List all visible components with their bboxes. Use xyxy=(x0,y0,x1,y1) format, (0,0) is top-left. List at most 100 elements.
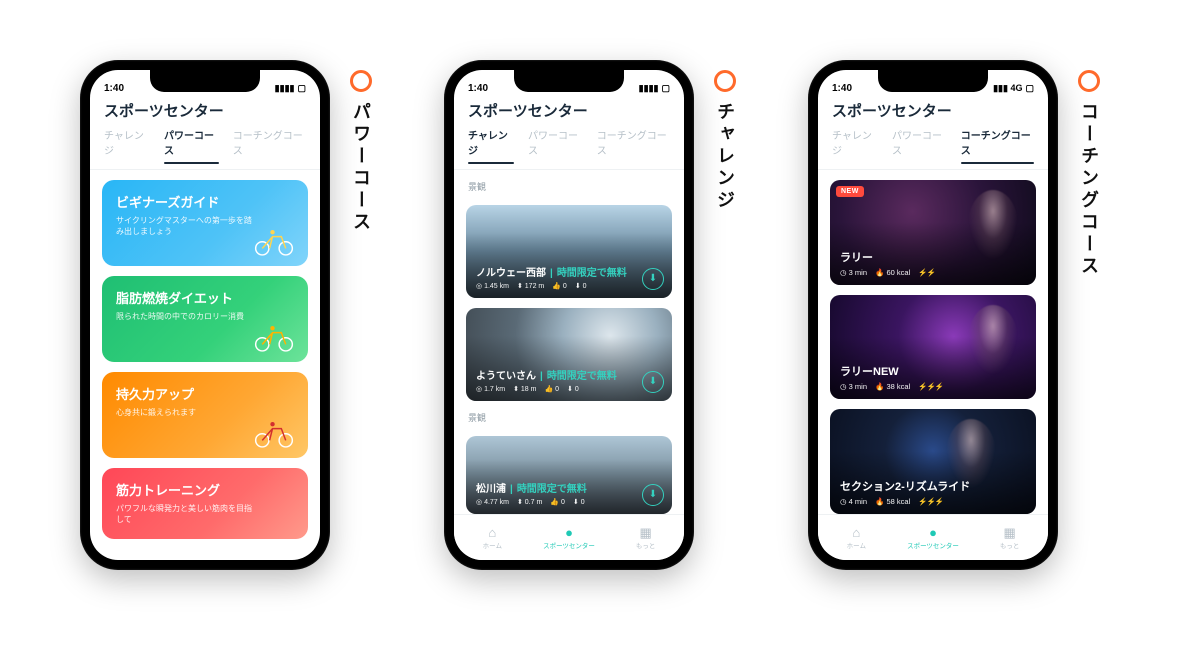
card-desc: 限られた時間の中でのカロリー消費 xyxy=(116,311,256,322)
challenge-card-norway[interactable]: ノルウェー西部|時間限定で無料 ◎ 1.45 km ⬍ 172 m 👍 0 ⬇ … xyxy=(466,205,672,298)
side-label-text: パワーコース xyxy=(348,102,374,234)
bike-icon xyxy=(252,320,296,354)
tabs: チャレンジ パワーコース コーチングコース xyxy=(90,127,320,170)
flame-icon: 🔥 60 kcal xyxy=(875,268,910,277)
coaching-list: NEW ラリー ◷ 3 min 🔥 60 kcal ⚡⚡ ラリーNEW xyxy=(818,170,1048,514)
tabbar-center[interactable]: ●スポーツセンター xyxy=(531,515,608,560)
new-badge: NEW xyxy=(836,186,864,197)
page-title: スポーツセンター xyxy=(818,96,1048,127)
card-title: 脂肪燃焼ダイエット xyxy=(116,288,294,307)
globe-icon: ● xyxy=(565,526,573,539)
difficulty-icon: ⚡⚡ xyxy=(918,268,935,277)
power-card-fatburn[interactable]: 脂肪燃焼ダイエット 限られた時間の中でのカロリー消費 xyxy=(102,276,308,362)
tab-bar: ⌂ホーム ●スポーツセンター ▦もっと xyxy=(454,514,684,560)
home-icon: ⌂ xyxy=(488,526,496,539)
power-course-list: ビギナーズガイド サイクリングマスターへの第一歩を踏み出しましょう 脂肪燃焼ダイ… xyxy=(90,170,320,560)
bike-icon xyxy=(252,224,296,258)
card-title: ようていさん|時間限定で無料 xyxy=(476,367,662,382)
tabbar-home[interactable]: ⌂ホーム xyxy=(818,515,895,560)
grid-icon: ▦ xyxy=(1004,526,1016,539)
section-label: 景観 xyxy=(466,411,672,426)
tab-bar: ⌂ホーム ●スポーツセンター ▦もっと xyxy=(818,514,1048,560)
status-time: 1:40 xyxy=(468,83,488,94)
home-icon: ⌂ xyxy=(852,526,860,539)
status-time: 1:40 xyxy=(104,83,124,94)
signal-icon: ▮▮▮▮ xyxy=(639,83,659,94)
tabbar-more[interactable]: ▦もっと xyxy=(607,515,684,560)
grid-icon: ▦ xyxy=(640,526,652,539)
phone-notch xyxy=(878,70,988,92)
ring-icon xyxy=(714,70,736,92)
power-card-beginner[interactable]: ビギナーズガイド サイクリングマスターへの第一歩を踏み出しましょう xyxy=(102,180,308,266)
card-title: 筋力トレーニング xyxy=(116,480,294,499)
download-count-icon: ⬇ 0 xyxy=(575,282,587,290)
section-label: 景観 xyxy=(466,180,672,195)
clock-icon: ◷ 3 min xyxy=(840,268,867,277)
signal-icon: ▮▮▮▮ xyxy=(275,83,295,94)
card-stats: ◷ 3 min 🔥 38 kcal ⚡⚡⚡ xyxy=(840,382,1026,391)
status-indicators: ▮▮▮ 4G ▢ xyxy=(993,83,1034,94)
side-label-text: チャレンジ xyxy=(712,102,738,212)
coaching-card-rally[interactable]: NEW ラリー ◷ 3 min 🔥 60 kcal ⚡⚡ xyxy=(830,180,1036,285)
tab-power[interactable]: パワーコース xyxy=(528,127,583,163)
ring-icon xyxy=(1078,70,1100,92)
card-title: ラリーNEW xyxy=(840,363,1026,379)
tabbar-more[interactable]: ▦もっと xyxy=(971,515,1048,560)
phone-coaching: 1:40 ▮▮▮ 4G ▢ スポーツセンター チャレンジ パワーコース コーチン… xyxy=(808,60,1058,570)
tab-challenge[interactable]: チャレンジ xyxy=(468,127,514,163)
coaching-card-rhythm[interactable]: セクション2-リズムライド ◷ 4 min 🔥 58 kcal ⚡⚡⚡ xyxy=(830,409,1036,514)
status-time: 1:40 xyxy=(832,83,852,94)
card-title: ノルウェー西部|時間限定で無料 xyxy=(476,264,662,279)
page-title: スポーツセンター xyxy=(90,96,320,127)
phone-power-course: 1:40 ▮▮▮▮ ▢ スポーツセンター チャレンジ パワーコース コーチングコ… xyxy=(80,60,330,570)
status-indicators: ▮▮▮▮ ▢ xyxy=(275,83,306,94)
status-indicators: ▮▮▮▮ ▢ xyxy=(639,83,670,94)
battery-icon: ▢ xyxy=(297,83,306,94)
tab-power[interactable]: パワーコース xyxy=(164,127,219,163)
card-title: 松川浦|時間限定で無料 xyxy=(476,480,662,495)
power-card-strength[interactable]: 筋力トレーニング パワフルな瞬発力と美しい筋肉を目指して xyxy=(102,468,308,539)
distance-icon: ◎ 1.45 km xyxy=(476,282,509,290)
tabbar-home[interactable]: ⌂ホーム xyxy=(454,515,531,560)
card-stats: ◎ 4.77 km ⬍ 0.7 m 👍 0 ⬇ 0 xyxy=(476,498,662,506)
screen: 1:40 ▮▮▮▮ ▢ スポーツセンター チャレンジ パワーコース コーチングコ… xyxy=(90,70,320,560)
phone-notch xyxy=(150,70,260,92)
challenge-card-yotei[interactable]: ようていさん|時間限定で無料 ◎ 1.7 km ⬍ 18 m 👍 0 ⬇ 0 ⬇ xyxy=(466,308,672,401)
side-label-power: パワーコース xyxy=(348,70,374,234)
bike-icon xyxy=(252,416,296,450)
screen: 1:40 ▮▮▮▮ ▢ スポーツセンター チャレンジ パワーコース コーチングコ… xyxy=(454,70,684,560)
battery-icon: ▢ xyxy=(1025,83,1034,94)
challenge-card-matsukawa[interactable]: 松川浦|時間限定で無料 ◎ 4.77 km ⬍ 0.7 m 👍 0 ⬇ 0 ⬇ xyxy=(466,436,672,514)
card-title: ラリー xyxy=(840,249,1026,265)
card-stats: ◷ 4 min 🔥 58 kcal ⚡⚡⚡ xyxy=(840,497,1026,506)
card-title: ビギナーズガイド xyxy=(116,192,294,211)
tab-coaching[interactable]: コーチングコース xyxy=(597,127,670,163)
card-stats: ◎ 1.7 km ⬍ 18 m 👍 0 ⬇ 0 xyxy=(476,385,662,393)
card-stats: ◎ 1.45 km ⬍ 172 m 👍 0 ⬇ 0 xyxy=(476,282,662,290)
elevation-icon: ⬍ 172 m xyxy=(517,282,544,290)
download-button[interactable]: ⬇ xyxy=(642,484,664,506)
side-label-challenge: チャレンジ xyxy=(712,70,738,212)
phone-notch xyxy=(514,70,624,92)
screen: 1:40 ▮▮▮ 4G ▢ スポーツセンター チャレンジ パワーコース コーチン… xyxy=(818,70,1048,560)
tab-challenge[interactable]: チャレンジ xyxy=(104,127,150,163)
card-desc: パワフルな瞬発力と美しい筋肉を目指して xyxy=(116,503,256,525)
card-stats: ◷ 3 min 🔥 60 kcal ⚡⚡ xyxy=(840,268,1026,277)
tab-challenge[interactable]: チャレンジ xyxy=(832,127,878,163)
download-button[interactable]: ⬇ xyxy=(642,371,664,393)
power-card-endurance[interactable]: 持久力アップ 心身共に鍛えられます xyxy=(102,372,308,458)
card-desc: サイクリングマスターへの第一歩を踏み出しましょう xyxy=(116,215,256,237)
side-label-coaching: コーチングコース xyxy=(1076,70,1102,278)
tab-coaching[interactable]: コーチングコース xyxy=(233,127,306,163)
tab-power[interactable]: パワーコース xyxy=(892,127,947,163)
battery-icon: ▢ xyxy=(661,83,670,94)
download-button[interactable]: ⬇ xyxy=(642,268,664,290)
signal-icon: ▮▮▮ 4G xyxy=(993,83,1022,94)
tabs: チャレンジ パワーコース コーチングコース xyxy=(818,127,1048,170)
coaching-card-rally-new[interactable]: ラリーNEW ◷ 3 min 🔥 38 kcal ⚡⚡⚡ xyxy=(830,295,1036,400)
tab-coaching[interactable]: コーチングコース xyxy=(961,127,1034,163)
card-title: 持久力アップ xyxy=(116,384,294,403)
ring-icon xyxy=(350,70,372,92)
side-label-text: コーチングコース xyxy=(1076,102,1102,278)
tabbar-center[interactable]: ●スポーツセンター xyxy=(895,515,972,560)
